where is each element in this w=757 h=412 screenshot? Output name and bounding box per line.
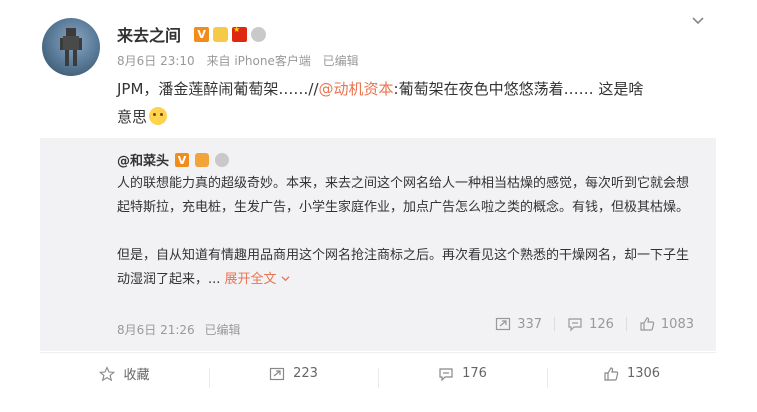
forward-icon <box>269 367 285 380</box>
repost-paragraph-1: 人的联想能力真的超级奇妙。本来，来去之间这个网名给人一种相当枯燥的感觉，每次听到… <box>117 176 690 215</box>
repost-meta: 8月6日 21:26 已编辑 <box>117 321 247 338</box>
repost-paragraph-2: 但是，自从知道有情趣用品商用这个网名抢注商标之后。再次看见这个熟悉的干燥网名，却… <box>117 248 690 287</box>
forward-count: 223 <box>293 366 318 381</box>
thumbs-up-icon <box>640 317 655 331</box>
repost-forward-count: 337 <box>517 316 543 332</box>
post-time[interactable]: 8月6日 23:10 <box>117 54 195 68</box>
forward-icon <box>496 317 511 331</box>
china-flag-icon[interactable] <box>232 25 248 42</box>
favorite-button[interactable]: 收藏 <box>40 364 209 383</box>
comment-icon <box>568 318 582 332</box>
user-badges: V <box>194 25 267 42</box>
verified-v-icon[interactable]: V <box>175 152 190 167</box>
favorite-label: 收藏 <box>123 368 150 383</box>
repost-comment-button[interactable]: 126 <box>555 316 626 332</box>
medal-icon[interactable] <box>215 152 230 167</box>
crown-badge-icon[interactable] <box>213 26 229 42</box>
chevron-down-icon[interactable] <box>691 14 705 28</box>
robot-figure-icon <box>60 28 82 66</box>
comment-button[interactable]: 176 <box>378 366 547 388</box>
mention-link[interactable]: @动机资本 <box>319 80 394 98</box>
medal-icon[interactable] <box>251 26 267 42</box>
post-content: JPM，潘金莲醉闹葡萄架……//@动机资本:葡萄架在夜色中悠悠荡着…… 这是啥 … <box>117 75 707 131</box>
fan-badge-icon[interactable] <box>195 152 210 167</box>
post-header: 来去之间 V <box>117 22 717 46</box>
avatar[interactable] <box>42 18 100 76</box>
comment-count: 176 <box>462 366 487 381</box>
repost-comment-count: 126 <box>589 316 614 332</box>
repost-forward-button[interactable]: 337 <box>483 316 554 332</box>
like-count: 1306 <box>626 366 661 381</box>
repost-like-button[interactable]: 1083 <box>627 316 706 332</box>
post-source: 来自 iPhone客户端 <box>206 54 311 68</box>
content-prefix: JPM，潘金莲醉闹葡萄架……// <box>117 80 319 98</box>
expand-chevron-icon[interactable] <box>281 274 290 283</box>
expand-label[interactable]: 展开全文 <box>225 272 277 287</box>
comment-icon <box>439 367 453 381</box>
weibo-post: 来去之间 V 8月6日 23:10 来自 iPhone客户端 已编辑 JPM，潘… <box>0 0 757 412</box>
content-line2: 意思 <box>117 108 148 126</box>
edited-label[interactable]: 已编辑 <box>323 54 359 68</box>
thumbs-up-icon <box>604 366 619 381</box>
verified-v-icon[interactable]: V <box>194 26 210 42</box>
post-meta: 8月6日 23:10 来自 iPhone客户端 已编辑 <box>117 52 367 69</box>
repost-author[interactable]: @和菜头 <box>117 150 169 169</box>
repost-edited-label[interactable]: 已编辑 <box>205 323 241 337</box>
repost-paragraph-2-wrap: 但是，自从知道有情趣用品商用这个网名抢注商标之后。再次看见这个熟悉的干燥网名，却… <box>117 244 697 292</box>
like-button[interactable]: 1306 <box>547 366 716 388</box>
content-suffix: :葡萄架在夜色中悠悠荡着…… 这是啥 <box>393 80 644 98</box>
repost-header: @和菜头 V <box>117 150 230 169</box>
repost-like-count: 1083 <box>660 316 694 332</box>
expand-full-text-link[interactable]: 展开全文 <box>225 272 290 287</box>
post-action-bar: 收藏 223 176 1306 <box>40 352 716 394</box>
username[interactable]: 来去之间 <box>117 22 181 46</box>
repost-body: 人的联想能力真的超级奇妙。本来，来去之间这个网名给人一种相当枯燥的感觉，每次听到… <box>117 172 697 292</box>
repost-actions: 337 126 1083 <box>483 316 706 332</box>
blush-emoji-icon <box>149 107 168 125</box>
forward-button[interactable]: 223 <box>209 366 378 388</box>
star-icon <box>99 365 116 381</box>
repost-time[interactable]: 8月6日 21:26 <box>117 323 195 337</box>
reposted-card[interactable]: @和菜头 V 人的联想能力真的超级奇妙。本来，来去之间这个网名给人一种相当枯燥的… <box>40 138 716 351</box>
